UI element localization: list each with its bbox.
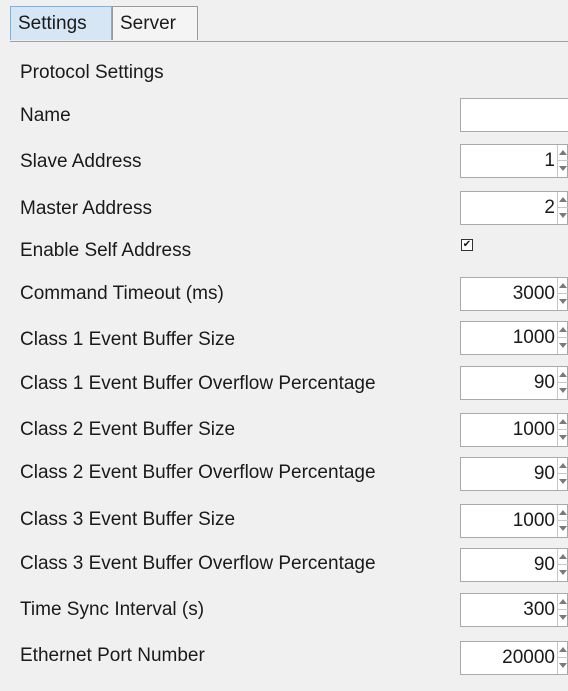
spinner-buttons <box>557 594 568 626</box>
spinner-buttons <box>557 278 568 310</box>
checkmark-icon: ✔ <box>462 239 472 250</box>
time-sync-interval-spinner[interactable]: 300 <box>460 593 568 627</box>
name-label: Name <box>20 105 71 126</box>
ethernet-port-spinner[interactable]: 20000 <box>460 641 568 675</box>
ethernet-port-value: 20000 <box>502 647 555 668</box>
master-address-value: 2 <box>544 197 555 218</box>
master-address-label: Master Address <box>20 198 152 219</box>
tab-server[interactable]: Server <box>112 6 198 40</box>
ethernet-port-label: Ethernet Port Number <box>20 645 205 666</box>
time-sync-interval-label: Time Sync Interval (s) <box>20 599 205 620</box>
spin-up-icon[interactable] <box>558 414 568 430</box>
class2-overflow-value: 90 <box>533 463 555 484</box>
spin-up-icon[interactable] <box>558 278 568 294</box>
spin-up-icon[interactable] <box>558 322 568 338</box>
class1-overflow-value: 90 <box>533 372 555 393</box>
spinner-buttons <box>557 505 568 537</box>
spin-up-icon[interactable] <box>558 192 568 208</box>
class2-buffer-size-label: Class 2 Event Buffer Size <box>20 419 236 440</box>
spinner-buttons <box>557 642 568 674</box>
class3-buffer-size-value: 1000 <box>512 510 555 531</box>
master-address-spinner[interactable]: 2 <box>460 191 568 225</box>
enable-self-address-checkbox[interactable]: ✔ <box>461 239 473 251</box>
command-timeout-label: Command Timeout (ms) <box>20 283 224 304</box>
class1-overflow-label: Class 1 Event Buffer Overflow Percentage <box>20 373 376 394</box>
spin-down-icon[interactable] <box>558 521 568 537</box>
class3-overflow-value: 90 <box>533 554 555 575</box>
spinner-buttons <box>557 192 568 224</box>
tab-bar: Settings Server <box>0 0 568 42</box>
spin-down-icon[interactable] <box>558 294 568 310</box>
class3-buffer-size-label: Class 3 Event Buffer Size <box>20 509 236 530</box>
class3-overflow-spinner[interactable]: 90 <box>460 548 568 582</box>
spin-up-icon[interactable] <box>558 594 568 610</box>
spin-down-icon[interactable] <box>558 565 568 581</box>
spinner-buttons <box>557 367 568 399</box>
spin-down-icon[interactable] <box>558 383 568 399</box>
class1-buffer-size-label: Class 1 Event Buffer Size <box>20 329 236 350</box>
class2-overflow-spinner[interactable]: 90 <box>460 457 568 491</box>
spinner-buttons <box>557 549 568 581</box>
spin-down-icon[interactable] <box>558 338 568 354</box>
spin-down-icon[interactable] <box>558 208 568 224</box>
spin-up-icon[interactable] <box>558 549 568 565</box>
class3-overflow-label: Class 3 Event Buffer Overflow Percentage <box>20 553 376 574</box>
tab-settings[interactable]: Settings <box>10 6 112 40</box>
spinner-buttons <box>557 145 568 177</box>
spin-up-icon[interactable] <box>558 642 568 658</box>
section-title: Protocol Settings <box>20 62 164 83</box>
class2-overflow-label: Class 2 Event Buffer Overflow Percentage <box>20 462 376 483</box>
spin-down-icon[interactable] <box>558 474 568 490</box>
command-timeout-spinner[interactable]: 3000 <box>460 277 568 311</box>
class1-buffer-size-spinner[interactable]: 1000 <box>460 321 568 355</box>
command-timeout-value: 3000 <box>512 283 555 304</box>
class1-overflow-spinner[interactable]: 90 <box>460 366 568 400</box>
class3-buffer-size-spinner[interactable]: 1000 <box>460 504 568 538</box>
spin-down-icon[interactable] <box>558 658 568 674</box>
spin-up-icon[interactable] <box>558 145 568 161</box>
spin-up-icon[interactable] <box>558 367 568 383</box>
spin-down-icon[interactable] <box>558 161 568 177</box>
spin-up-icon[interactable] <box>558 505 568 521</box>
spin-down-icon[interactable] <box>558 610 568 626</box>
spinner-buttons <box>557 414 568 446</box>
class2-buffer-size-value: 1000 <box>512 419 555 440</box>
class1-buffer-size-value: 1000 <box>512 327 555 348</box>
slave-address-spinner[interactable]: 1 <box>460 144 568 178</box>
spinner-buttons <box>557 322 568 354</box>
spin-down-icon[interactable] <box>558 430 568 446</box>
slave-address-value: 1 <box>544 150 555 171</box>
enable-self-address-label: Enable Self Address <box>20 240 192 261</box>
spin-up-icon[interactable] <box>558 458 568 474</box>
slave-address-label: Slave Address <box>20 151 142 172</box>
name-input[interactable] <box>460 98 568 132</box>
class2-buffer-size-spinner[interactable]: 1000 <box>460 413 568 447</box>
spinner-buttons <box>557 458 568 490</box>
time-sync-interval-value: 300 <box>523 599 555 620</box>
